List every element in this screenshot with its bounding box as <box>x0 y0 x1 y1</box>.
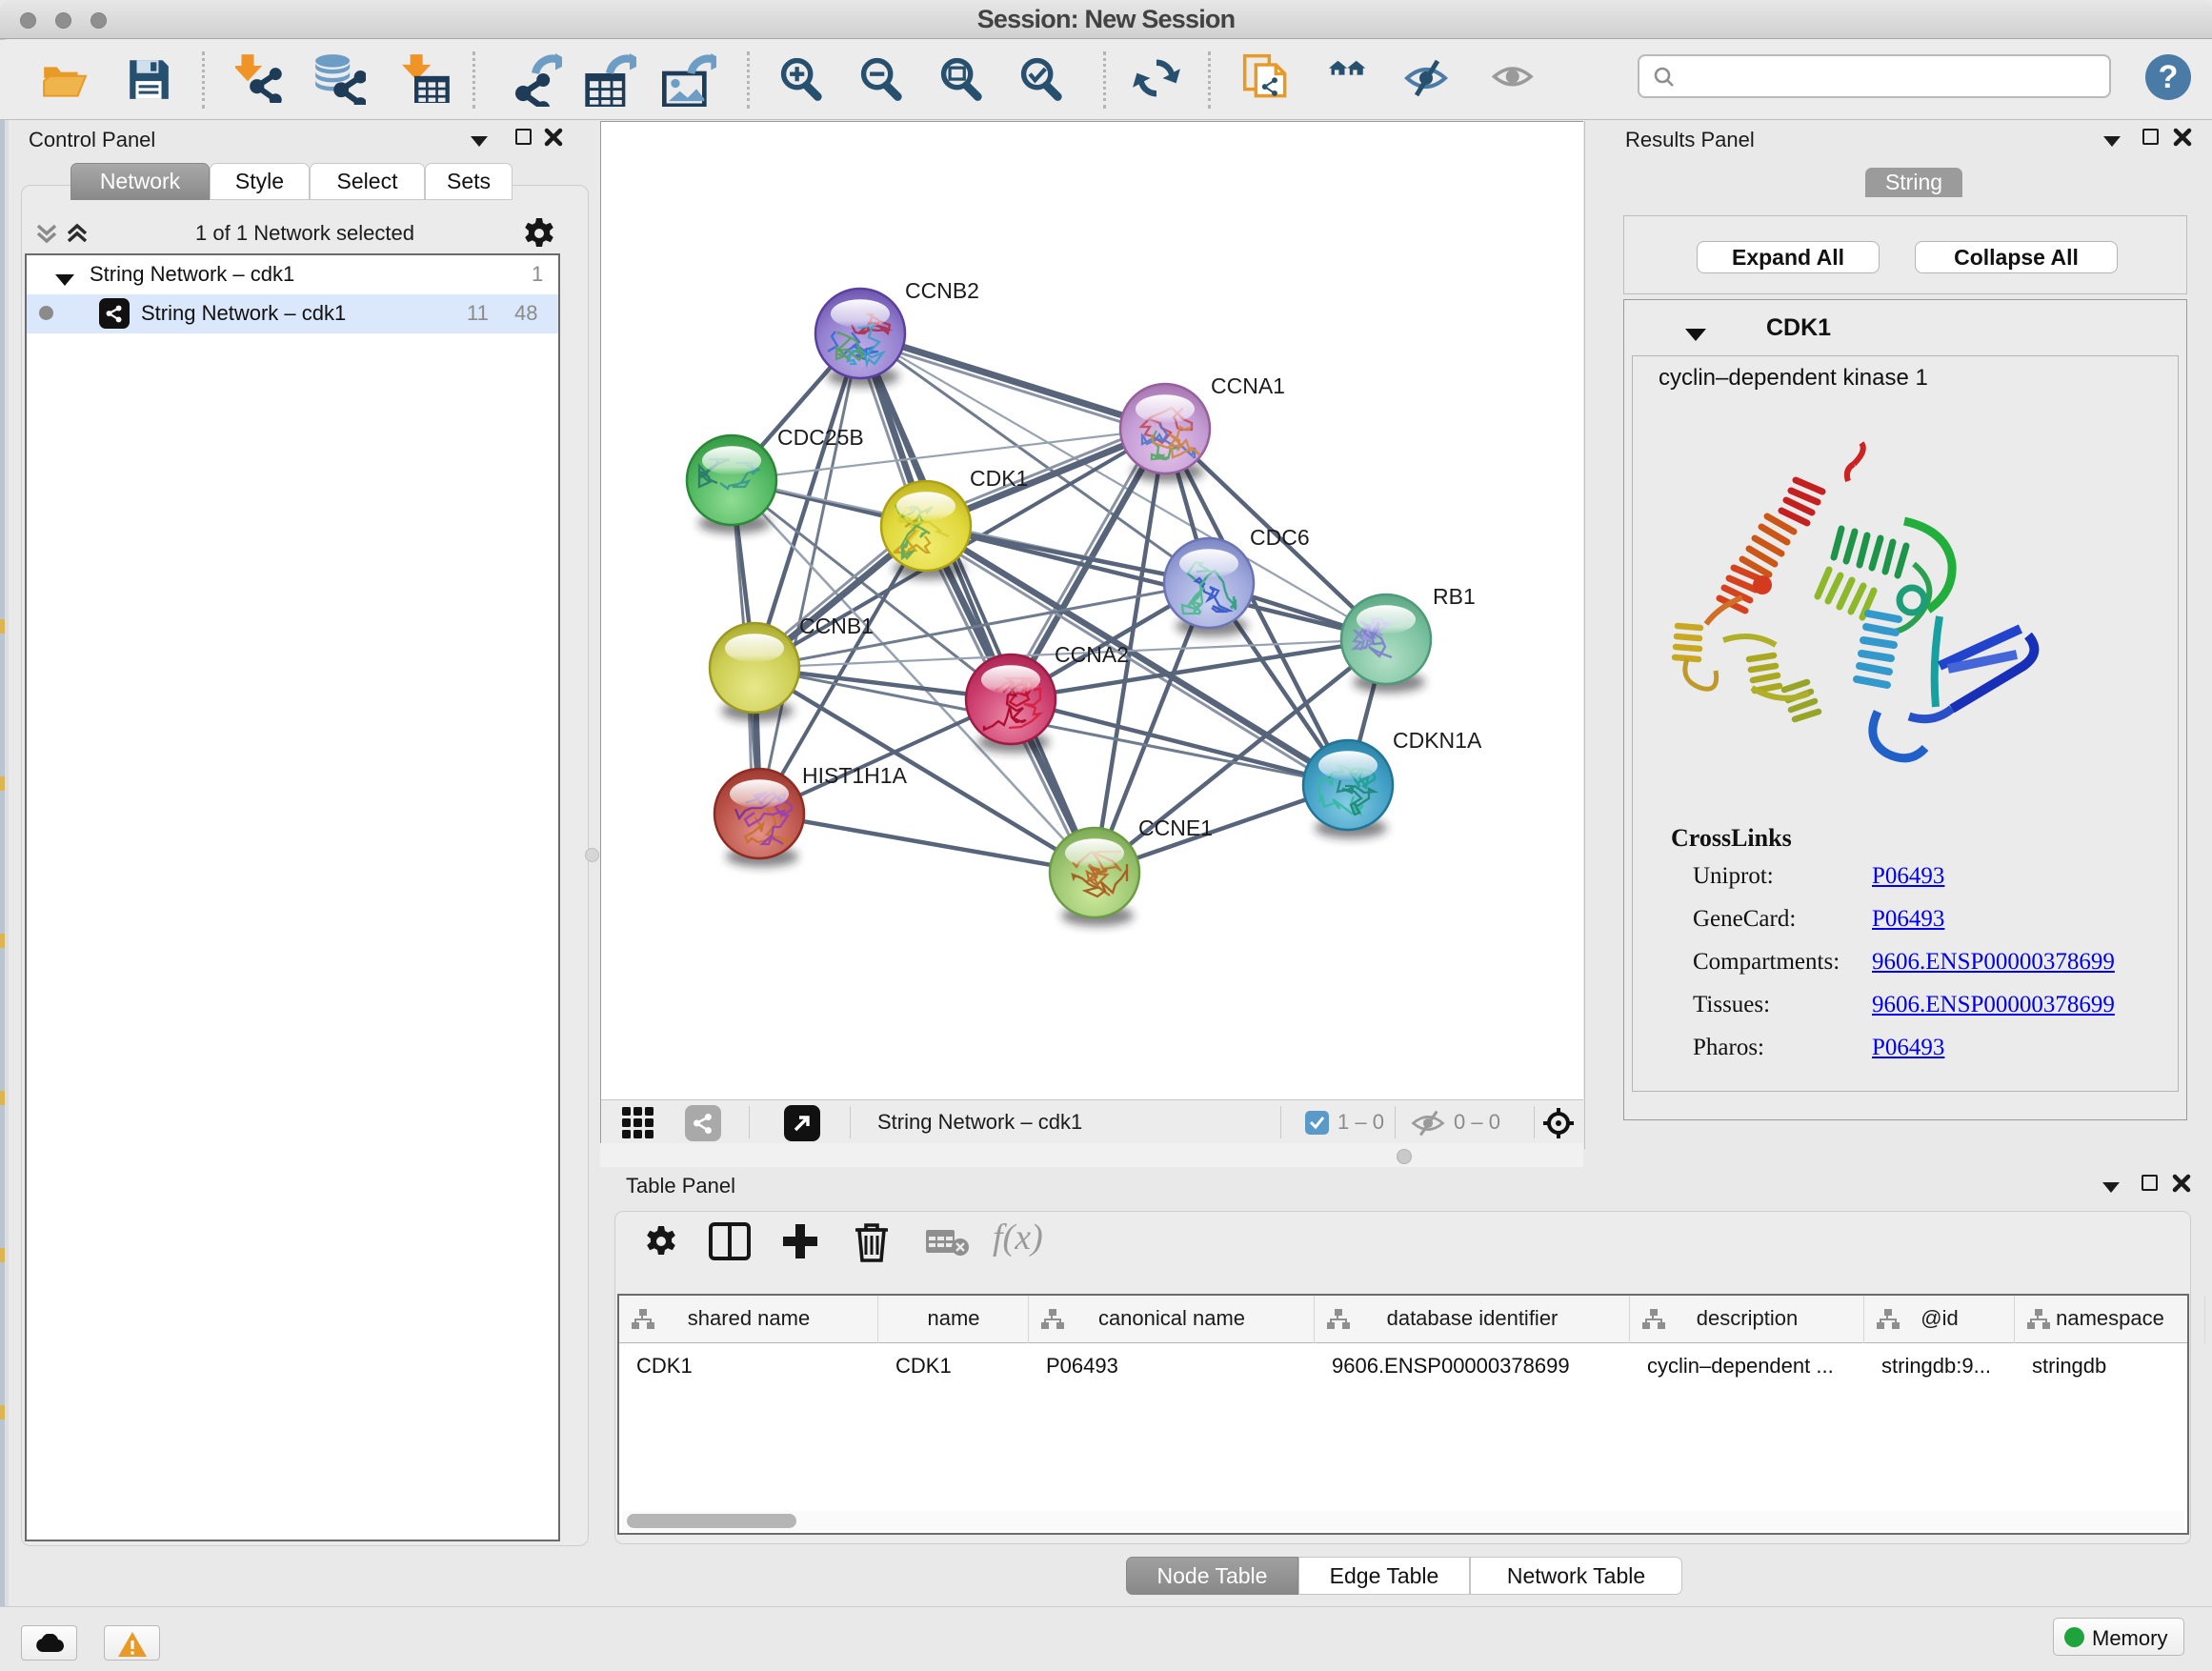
svg-text:CCNE1: CCNE1 <box>1138 815 1213 840</box>
svg-text:CDC6: CDC6 <box>1250 525 1310 550</box>
svg-text:CDC25B: CDC25B <box>777 425 864 450</box>
svg-text:CDK1: CDK1 <box>970 466 1028 491</box>
svg-text:CCNA2: CCNA2 <box>1055 642 1129 667</box>
svg-text:CCNB2: CCNB2 <box>905 278 979 303</box>
svg-text:HIST1H1A: HIST1H1A <box>802 763 908 788</box>
svg-text:CCNA1: CCNA1 <box>1211 373 1285 398</box>
svg-text:CDKN1A: CDKN1A <box>1393 728 1482 753</box>
svg-text:CCNB1: CCNB1 <box>799 614 874 638</box>
svg-text:RB1: RB1 <box>1433 584 1476 609</box>
